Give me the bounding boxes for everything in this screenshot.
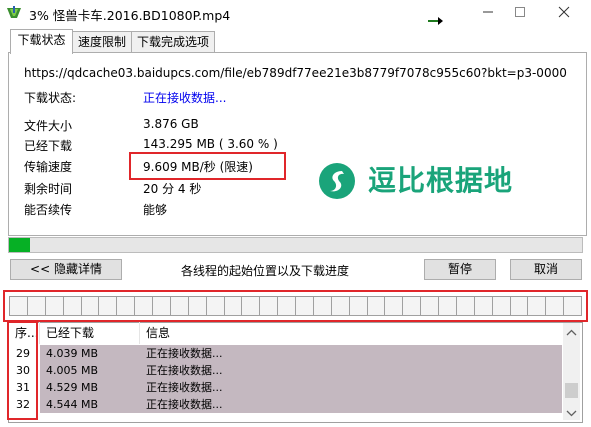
minimize-button[interactable]: [470, 0, 506, 26]
thread-segment: [296, 297, 314, 316]
column-header-downloaded[interactable]: 已经下载: [40, 322, 140, 344]
remaining-label: 剩余时间: [24, 182, 73, 196]
download-url: https://qdcache03.baidupcs.com/file/eb78…: [24, 66, 567, 80]
thread-segment: [27, 297, 46, 316]
row-downloaded: 4.529 MB: [46, 381, 99, 394]
tab-speed-limit[interactable]: 速度限制: [71, 31, 133, 53]
row-info: 正在接收数据...: [146, 364, 223, 377]
row-info: 正在接收数据...: [146, 381, 223, 394]
thread-segment: [260, 297, 279, 316]
row-info: 正在接收数据...: [146, 398, 223, 411]
row-downloaded: 4.039 MB: [46, 347, 99, 360]
thread-segment: [63, 297, 82, 316]
watermark-logo-icon: [318, 162, 356, 203]
thread-segment: [99, 297, 118, 316]
thread-segment: [349, 297, 368, 316]
thread-segment: [242, 297, 261, 316]
resume-label: 能否续传: [24, 203, 73, 217]
download-state-label: 下载状态:: [24, 91, 77, 105]
thread-segment: [564, 297, 582, 316]
downloaded-label: 已经下载: [24, 139, 73, 153]
overall-progress-fill: [9, 238, 30, 252]
thread-segment: [135, 297, 153, 316]
thread-segment: [528, 297, 547, 316]
thread-segment: [10, 297, 28, 316]
scroll-up-icon[interactable]: [566, 326, 577, 340]
resume-value: 能够: [143, 203, 168, 217]
download-state-value: 正在接收数据...: [143, 91, 227, 105]
tab-download-status[interactable]: 下载状态: [10, 29, 73, 54]
thread-segment: [474, 297, 493, 316]
seq-column-highlight-box: [7, 321, 38, 420]
file-size-label: 文件大小: [24, 119, 73, 133]
column-header-info[interactable]: 信息: [140, 322, 562, 344]
remaining-value: 20 分 4 秒: [143, 182, 202, 196]
minimize-icon: [482, 6, 494, 21]
maximize-button[interactable]: [502, 0, 538, 26]
thread-segment: [367, 297, 386, 316]
scroll-down-icon[interactable]: [566, 406, 577, 420]
close-icon: [558, 6, 570, 21]
thread-segment: [546, 297, 565, 316]
overall-progress-bar: [8, 237, 583, 253]
thread-segment: [421, 297, 439, 316]
maximize-icon: [514, 6, 526, 21]
tab-completion-options[interactable]: 下载完成选项: [131, 31, 215, 53]
thread-segment: [313, 297, 332, 316]
app-icon: [6, 6, 22, 20]
file-size-value: 3.876 GB: [143, 117, 199, 131]
thread-segment: [492, 297, 511, 316]
thread-segment: [170, 297, 189, 316]
thread-segment: [278, 297, 296, 316]
thread-segment: [224, 297, 243, 316]
speed-label: 传输速度: [24, 160, 73, 174]
thread-segments-bar: [9, 296, 582, 316]
thread-segment: [81, 297, 100, 316]
row-downloaded: 4.544 MB: [46, 398, 99, 411]
thread-segment: [188, 297, 207, 316]
close-button[interactable]: [546, 0, 582, 26]
thread-segment: [510, 297, 529, 316]
downloaded-value: 143.295 MB ( 3.60 % ): [143, 137, 278, 151]
thread-segment: [331, 297, 350, 316]
thread-segment: [385, 297, 404, 316]
window-title: 3% 怪兽卡车.2016.BD1080P.mp4: [29, 8, 231, 23]
row-info: 正在接收数据...: [146, 347, 223, 360]
row-downloaded: 4.005 MB: [46, 364, 99, 377]
pause-button[interactable]: 暂停: [424, 259, 496, 280]
thread-segment: [403, 297, 422, 316]
thread-segment: [439, 297, 457, 316]
speed-value: 9.609 MB/秒 (限速): [143, 160, 253, 174]
arrow-cursor-icon: [428, 14, 444, 28]
thread-segment: [45, 297, 64, 316]
cancel-button[interactable]: 取消: [510, 259, 582, 280]
watermark-text: 逗比根据地: [368, 164, 514, 197]
thread-segment: [117, 297, 136, 316]
hide-details-button[interactable]: << 隐藏详情: [10, 259, 122, 280]
thread-segment: [153, 297, 171, 316]
segments-caption: 各线程的起始位置以及下载进度: [181, 264, 350, 278]
thread-segment: [456, 297, 475, 316]
scroll-thumb[interactable]: [565, 383, 578, 398]
thread-segment: [206, 297, 225, 316]
